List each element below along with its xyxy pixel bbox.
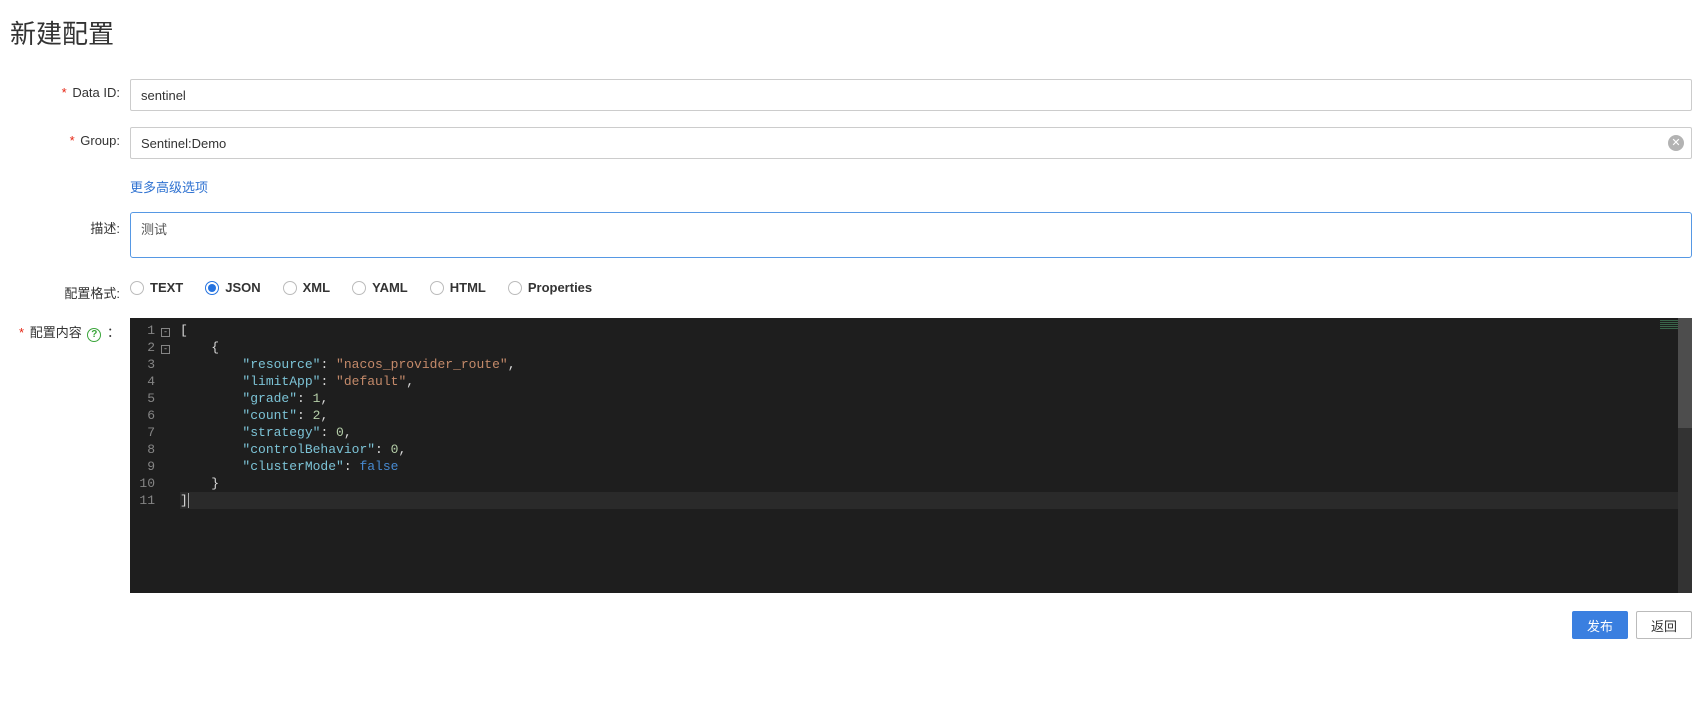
scrollbar-thumb[interactable] (1678, 318, 1692, 428)
required-mark: * (19, 325, 24, 340)
help-icon[interactable]: ? (87, 328, 101, 342)
code-editor[interactable]: 1-2-34567891011 [ { "resource": "nacos_p… (130, 318, 1692, 593)
radio-label: JSON (225, 280, 260, 295)
gutter-line: 7 (130, 424, 170, 441)
required-mark: * (62, 85, 67, 100)
label-content-text: 配置内容 (30, 325, 82, 340)
editor-gutter: 1-2-34567891011 (130, 318, 174, 593)
format-radio-text[interactable]: TEXT (130, 280, 183, 295)
label-format: 配置格式: (6, 277, 130, 302)
format-radio-html[interactable]: HTML (430, 280, 486, 295)
radio-label: TEXT (150, 280, 183, 295)
group-input[interactable] (130, 127, 1692, 159)
gutter-line: 1- (130, 322, 170, 339)
radio-icon (352, 281, 366, 295)
gutter-line: 11 (130, 492, 170, 509)
row-group: * Group: ✕ (6, 127, 1698, 159)
code-line[interactable]: "resource": "nacos_provider_route", (180, 356, 1692, 373)
gutter-line: 4 (130, 373, 170, 390)
code-line[interactable]: "clusterMode": false (180, 458, 1692, 475)
code-line[interactable]: ] (180, 492, 1692, 509)
fold-icon[interactable]: - (161, 328, 170, 337)
label-group-text: Group: (80, 133, 120, 148)
row-advanced: 更多高级选项 (6, 175, 1698, 196)
gutter-line: 2- (130, 339, 170, 356)
page-title: 新建配置 (10, 14, 1698, 51)
code-line[interactable]: } (180, 475, 1692, 492)
code-line[interactable]: "grade": 1, (180, 390, 1692, 407)
code-line[interactable]: "controlBehavior": 0, (180, 441, 1692, 458)
gutter-line: 6 (130, 407, 170, 424)
radio-label: Properties (528, 280, 592, 295)
row-format: 配置格式: TEXT JSON XML YAML HTML Properties (6, 277, 1698, 302)
code-line[interactable]: [ (180, 322, 1692, 339)
editor-code-area[interactable]: [ { "resource": "nacos_provider_route", … (174, 318, 1692, 593)
footer-actions: 发布 返回 (6, 593, 1698, 639)
format-radio-yaml[interactable]: YAML (352, 280, 408, 295)
description-input[interactable]: 测试 (130, 212, 1692, 258)
advanced-options-link[interactable]: 更多高级选项 (130, 177, 208, 196)
row-data-id: * Data ID: (6, 79, 1698, 111)
format-radio-properties[interactable]: Properties (508, 280, 592, 295)
gutter-line: 8 (130, 441, 170, 458)
label-data-id-text: Data ID: (72, 85, 120, 100)
required-mark: * (70, 133, 75, 148)
radio-label: XML (303, 280, 330, 295)
radio-icon (283, 281, 297, 295)
fold-icon[interactable]: - (161, 345, 170, 354)
label-content: * 配置内容 ? ： (6, 318, 130, 342)
label-group: * Group: (6, 127, 130, 148)
scrollbar-track[interactable] (1678, 318, 1692, 593)
label-description-text: 描述: (90, 221, 120, 236)
close-icon[interactable]: ✕ (1668, 135, 1684, 151)
radio-icon (430, 281, 444, 295)
gutter-line: 10 (130, 475, 170, 492)
gutter-line: 3 (130, 356, 170, 373)
data-id-input[interactable] (130, 79, 1692, 111)
format-radio-xml[interactable]: XML (283, 280, 330, 295)
code-line[interactable]: { (180, 339, 1692, 356)
radio-icon (508, 281, 522, 295)
radio-label: HTML (450, 280, 486, 295)
radio-icon (205, 281, 219, 295)
label-data-id: * Data ID: (6, 79, 130, 100)
row-content: * 配置内容 ? ： 1-2-34567891011 [ { "resource… (6, 318, 1698, 593)
label-description: 描述: (6, 212, 130, 237)
code-line[interactable]: "strategy": 0, (180, 424, 1692, 441)
code-line[interactable]: "limitApp": "default", (180, 373, 1692, 390)
format-radio-group: TEXT JSON XML YAML HTML Properties (130, 277, 1692, 295)
gutter-line: 9 (130, 458, 170, 475)
gutter-line: 5 (130, 390, 170, 407)
code-line[interactable]: "count": 2, (180, 407, 1692, 424)
row-description: 描述: 测试 (6, 212, 1698, 261)
label-format-text: 配置格式: (64, 286, 120, 301)
back-button[interactable]: 返回 (1636, 611, 1692, 639)
radio-label: YAML (372, 280, 408, 295)
format-radio-json[interactable]: JSON (205, 280, 260, 295)
publish-button[interactable]: 发布 (1572, 611, 1628, 639)
radio-icon (130, 281, 144, 295)
label-content-colon: ： (107, 325, 120, 340)
